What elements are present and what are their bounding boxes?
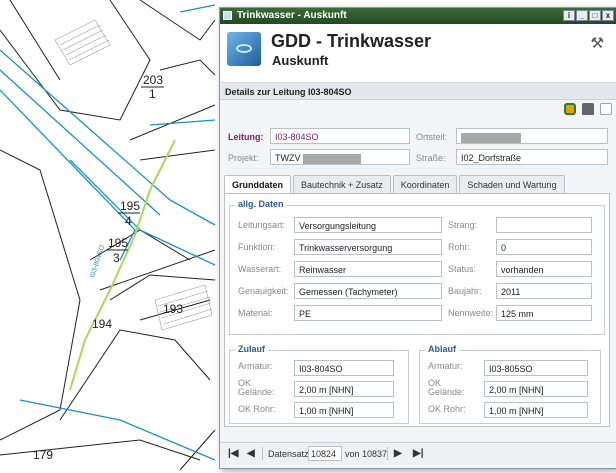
genauigkeit-label: Genauigkeit:: [238, 286, 289, 296]
projekt-value: TWZV: [275, 153, 301, 163]
app-header: GDD - Trinkwasser Auskunft ⚒: [220, 24, 616, 83]
close-button[interactable]: x: [602, 10, 614, 21]
projekt-label: Projekt:: [228, 153, 259, 163]
rohr-label: Rohr:: [448, 242, 471, 252]
rohr-field[interactable]: 0: [496, 239, 592, 255]
record-number-input[interactable]: 10824: [308, 446, 342, 461]
redacted-block: [303, 153, 362, 164]
strasse-label: Straße:: [416, 153, 446, 163]
zulauf-armatur-field[interactable]: I03-804SO: [294, 360, 394, 376]
wasserart-field[interactable]: Reinwasser: [294, 261, 442, 277]
tools-icon[interactable]: ⚒: [591, 34, 604, 52]
parcel-label: 4: [125, 214, 132, 228]
auskunft-window: Trinkwasser - Auskunft i _ □ x GDD - Tri…: [219, 7, 616, 469]
prev-record-button[interactable]: ◀: [247, 448, 255, 459]
zulauf-ok-rohr-field[interactable]: 1,00 m [NHN]: [294, 402, 394, 418]
binoculars-icon[interactable]: [582, 103, 594, 115]
maximize-button[interactable]: □: [589, 10, 601, 21]
nennweite-label: Nennweite:: [448, 308, 494, 318]
status-field[interactable]: vorhanden: [496, 261, 592, 277]
zulauf-ok-rohr-label: OK Rohr:: [238, 404, 276, 414]
parcel-label: 194: [92, 317, 112, 331]
redacted-block: [461, 132, 521, 143]
window-titlebar[interactable]: Trinkwasser - Auskunft i _ □ x: [220, 8, 616, 24]
water-logo-icon: [227, 32, 261, 66]
first-record-button[interactable]: |◀: [228, 448, 239, 459]
record-total: von 10837: [345, 449, 388, 459]
tab-grunddaten[interactable]: Grunddaten: [224, 175, 291, 193]
ablauf-armatur-label: Armatur:: [428, 361, 463, 371]
document-icon[interactable]: [600, 103, 612, 115]
baujahr-label: Baujahr:: [448, 286, 482, 296]
leitungsart-label: Leitungsart:: [238, 220, 286, 230]
parcel-label: 203: [143, 73, 163, 87]
last-record-button[interactable]: ▶|: [413, 448, 424, 459]
nav-divider: [387, 447, 388, 460]
strasse-field[interactable]: I02_Dorfstraße: [456, 149, 608, 165]
projekt-field[interactable]: TWZV: [270, 149, 410, 165]
genauigkeit-field[interactable]: Gemessen (Tachymeter): [294, 283, 442, 299]
strang-field[interactable]: [496, 217, 592, 233]
ortsteil-label: Ortsteil:: [416, 132, 448, 142]
app-title: GDD - Trinkwasser: [271, 31, 432, 51]
record-navigation: |◀ ◀ Datensatz 10824 von 10837 ▶ ▶|: [220, 442, 616, 465]
allg-daten-group: allg. Daten Leitungsart: Versorgungsleit…: [229, 199, 605, 335]
leitung-field[interactable]: I03-804SO: [270, 128, 410, 144]
material-field[interactable]: PE: [294, 305, 442, 321]
parcel-label: 3: [113, 251, 120, 265]
parcel-label: 195: [108, 236, 128, 250]
tab-bar: Grunddaten Bautechnik + Zusatz Koordinat…: [224, 175, 565, 193]
funktion-field[interactable]: Trinkwasserversorgung: [294, 239, 442, 255]
zulauf-ok-gelaende-field[interactable]: 2,00 m [NHN]: [294, 381, 394, 397]
parcel-label: 195: [120, 199, 140, 213]
ablauf-legend: Ablauf: [425, 344, 459, 354]
leitung-label: Leitung:: [228, 132, 264, 142]
export-icon[interactable]: [564, 103, 576, 115]
info-button[interactable]: i: [563, 10, 575, 21]
ablauf-ok-gelaende-field[interactable]: 2,00 m [NHN]: [484, 381, 588, 397]
allg-daten-legend: allg. Daten: [235, 199, 287, 209]
parcel-label: 1: [149, 87, 156, 101]
material-label: Material:: [238, 308, 273, 318]
ablauf-ok-rohr-label: OK Rohr:: [428, 404, 466, 414]
nennweite-field[interactable]: 125 mm: [496, 305, 592, 321]
tab-bautechnik[interactable]: Bautechnik + Zusatz: [293, 175, 391, 193]
ablauf-armatur-field[interactable]: I03-805SO: [484, 360, 588, 376]
leitungsart-field[interactable]: Versorgungsleitung: [294, 217, 442, 233]
record-label: Datensatz: [268, 449, 309, 459]
pipe-label: I03-804SO: [89, 244, 106, 279]
app-subtitle: Auskunft: [272, 53, 329, 68]
grunddaten-panel: allg. Daten Leitungsart: Versorgungsleit…: [224, 193, 610, 427]
ablauf-ok-gelaende-label: OK Gelände:: [428, 378, 465, 397]
funktion-label: Funktion:: [238, 242, 276, 252]
minimize-button[interactable]: _: [576, 10, 588, 21]
tab-schaden-wartung[interactable]: Schaden und Wartung: [459, 175, 565, 193]
nav-divider: [262, 447, 263, 460]
details-title: Details zur Leitung I03-804SO: [220, 83, 616, 100]
ablauf-ok-rohr-field[interactable]: 1,00 m [NHN]: [484, 402, 588, 418]
ortsteil-field[interactable]: [456, 128, 608, 144]
next-record-button[interactable]: ▶: [394, 448, 402, 459]
zulauf-group: Zulauf Armatur: I03-804SO OK Gelände: 2,0…: [229, 344, 409, 424]
baujahr-field[interactable]: 2011: [496, 283, 592, 299]
zulauf-ok-gelaende-label: OK Gelände:: [238, 378, 275, 397]
tab-koordinaten[interactable]: Koordinaten: [392, 175, 458, 193]
ablauf-group: Ablauf Armatur: I03-805SO OK Gelände: 2,0…: [419, 344, 601, 424]
status-label: Status:: [448, 264, 477, 274]
zulauf-legend: Zulauf: [235, 344, 268, 354]
parcel-label: 179: [33, 448, 53, 462]
strang-label: Strang:: [448, 220, 478, 230]
window-title: Trinkwasser - Auskunft: [237, 10, 347, 21]
zulauf-armatur-label: Armatur:: [238, 361, 273, 371]
window-app-icon: [223, 11, 232, 20]
details-toolbar: [564, 103, 612, 115]
wasserart-label: Wasserart:: [238, 264, 282, 274]
parcel-label: 193: [163, 302, 183, 316]
